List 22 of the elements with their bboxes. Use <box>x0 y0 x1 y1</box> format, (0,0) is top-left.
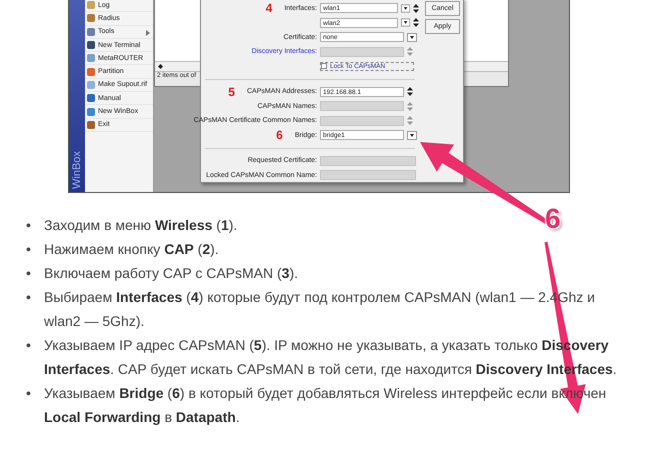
diamond-icon <box>158 64 163 69</box>
dropdown-icon[interactable] <box>400 18 410 28</box>
step-number: 6 <box>276 129 283 142</box>
dropdown-icon[interactable] <box>407 130 417 140</box>
up-down-icon[interactable] <box>413 18 419 28</box>
step-number: 5 <box>228 86 235 98</box>
brand-label: WinBox <box>71 151 83 189</box>
step-text: Заходим в меню Wireless (1). <box>44 216 238 235</box>
bullet: • <box>26 216 32 235</box>
submenu-arrow-icon <box>146 30 150 36</box>
bullet: • <box>26 336 32 355</box>
up-down-icon[interactable] <box>407 87 413 96</box>
bullet: • <box>26 288 32 307</box>
step-text: Нажимаем кнопку CAP (2). <box>44 240 219 259</box>
dropdown-icon[interactable] <box>400 4 410 13</box>
dropdown-icon[interactable] <box>407 32 417 42</box>
bullet: • <box>26 264 32 283</box>
bullet: • <box>26 240 32 259</box>
up-down-icon[interactable] <box>413 4 419 13</box>
step-text: Включаем работу CAP с CAPsMAN (3). <box>44 264 298 283</box>
step-number: 4 <box>266 2 272 14</box>
bullet: • <box>26 384 32 403</box>
